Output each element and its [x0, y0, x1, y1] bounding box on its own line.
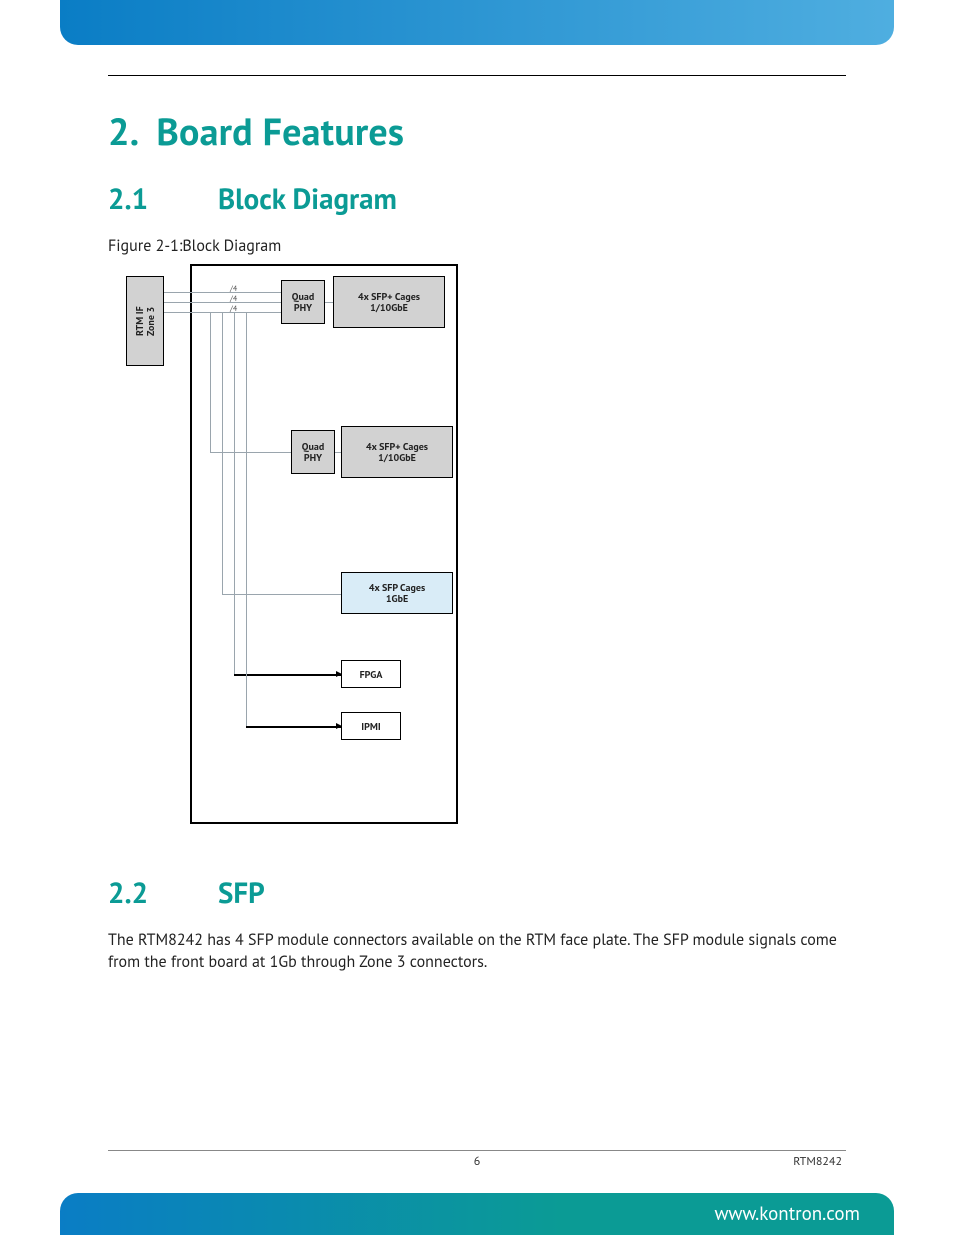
wire [222, 594, 341, 595]
wire [246, 312, 247, 726]
section-number: 2.1 [108, 180, 218, 218]
section-heading-2-2: 2.2SFP [108, 874, 846, 912]
chapter-heading: 2. Board Features [108, 107, 846, 156]
lane-label: /4 [230, 294, 237, 304]
wire [234, 312, 235, 674]
figure-caption: Figure 2-1:Block Diagram [108, 236, 846, 256]
block-sfp-plus-cages-1: 4x SFP+ Cages 1/10GbE [333, 276, 445, 328]
section-number: 2.2 [108, 874, 218, 912]
wire-arrow [234, 674, 341, 676]
wire [164, 302, 281, 303]
doc-id: RTM8242 [793, 1154, 842, 1169]
lane-label: /4 [230, 284, 237, 294]
block-quad-phy-2: Quad PHY [291, 430, 335, 474]
block-sfp-cages-1gbe: 4x SFP Cages 1GbE [341, 572, 453, 614]
sfp-paragraph: The RTM8242 has 4 SFP module connectors … [108, 930, 846, 973]
section-title: SFP [218, 874, 265, 912]
wire [164, 292, 281, 293]
block-fpga: FPGA [341, 660, 401, 688]
section-2-2: 2.2SFP The RTM8242 has 4 SFP module conn… [108, 874, 846, 973]
diagram-frame [190, 264, 458, 824]
section-heading-2-1: 2.1Block Diagram [108, 180, 846, 218]
section-title: Block Diagram [218, 180, 397, 218]
wire [210, 312, 211, 452]
block-sfp-plus-cages-2: 4x SFP+ Cages 1/10GbE [341, 426, 453, 478]
block-quad-phy-1: Quad PHY [281, 280, 325, 324]
header-bar [60, 0, 894, 45]
wire [335, 452, 341, 453]
wire [325, 302, 333, 303]
footer-url: www.kontron.com [714, 1202, 860, 1226]
chapter-number: 2. [108, 107, 137, 156]
block-rtm-if-zone3: RTM IF Zone 3 [126, 276, 164, 366]
page-content: 2. Board Features 2.1Block Diagram Figur… [108, 75, 846, 1135]
chapter-title: Board Features [156, 107, 404, 156]
wire-arrow [246, 726, 341, 728]
footer-bar: www.kontron.com [60, 1193, 894, 1235]
block-ipmi: IPMI [341, 712, 401, 740]
label: 1/10GbE [370, 302, 408, 313]
label: 1GbE [386, 593, 408, 604]
block-diagram: RTM IF Zone 3 Quad PHY 4x SFP+ Cages 1/1… [126, 262, 466, 830]
wire [222, 312, 223, 594]
label: 1/10GbE [378, 452, 416, 463]
bottom-rule [108, 1150, 846, 1151]
